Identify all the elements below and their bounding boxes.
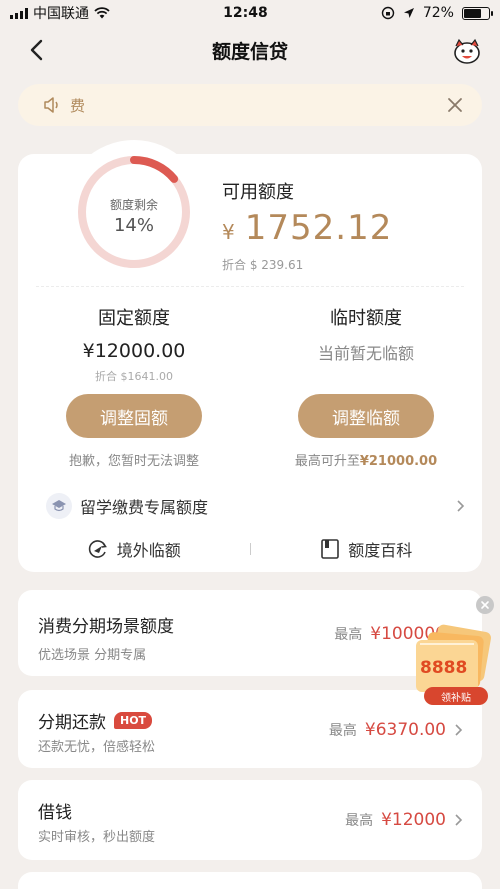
- signal-icon: [10, 7, 28, 19]
- credit-wiki-label: 额度百科: [348, 541, 413, 560]
- credit-ring: 额度剩余 14%: [62, 140, 206, 284]
- list-item-amount-group: 最高 ¥6370.00: [329, 720, 464, 740]
- status-time: 12:48: [223, 5, 268, 21]
- temp-credit-note: 最高可升至¥21000.00: [266, 450, 466, 469]
- list-item-title: 消费分期场景额度: [38, 612, 174, 637]
- list-item-subtitle: 还款无忧，倍感轻松: [38, 740, 156, 755]
- subsidy-floating-badge[interactable]: 8888 领补贴: [412, 614, 496, 708]
- available-amount-value: 1752.12: [244, 208, 393, 248]
- study-abroad-credit-row[interactable]: 留学缴费专属额度: [46, 490, 466, 522]
- chevron-right-icon: [457, 500, 465, 512]
- battery-icon: [461, 6, 493, 20]
- location-icon: [403, 8, 414, 18]
- book-icon: [321, 539, 340, 559]
- chevron-right-icon: [455, 724, 463, 736]
- notice-bar[interactable]: 费: [18, 84, 482, 126]
- fixed-credit-equiv: 折合 $1641.00: [95, 370, 173, 383]
- temp-credit-spacer: [266, 368, 466, 384]
- list-item-amount: ¥6370.00: [364, 720, 446, 740]
- list-item-prefix: 最高: [345, 813, 374, 829]
- wifi-icon: [94, 7, 110, 19]
- list-item-title-text: 借钱: [38, 803, 72, 823]
- list-item-amount: ¥12000: [381, 810, 446, 830]
- refresh-plane-icon: [88, 540, 107, 558]
- fixed-credit-note: 抱歉，您暂时无法调整: [68, 454, 199, 469]
- list-item-title: 分期还款 HOT: [38, 708, 153, 733]
- battery-percent: 72%: [422, 5, 454, 21]
- page-title: 额度信贷: [211, 40, 288, 63]
- list-item-subtitle: 实时审核，秒出额度: [38, 830, 156, 845]
- floating-close-button[interactable]: [476, 596, 494, 614]
- temp-credit-title: 临时额度: [330, 308, 402, 329]
- adjust-temp-button[interactable]: 调整临额: [298, 394, 434, 438]
- hot-badge: HOT: [114, 712, 153, 729]
- list-item-borrow[interactable]: 借钱 实时审核，秒出额度 最高 ¥12000: [18, 780, 482, 860]
- overseas-temp-credit-link[interactable]: 境外临额: [18, 537, 250, 561]
- status-left: 中国联通: [10, 3, 110, 23]
- battery-fill: [463, 8, 482, 18]
- mascot-icon[interactable]: [452, 36, 482, 66]
- quick-links: 境外临额 额度百科: [18, 532, 482, 566]
- back-chevron-icon[interactable]: [26, 38, 50, 62]
- close-icon: [481, 601, 489, 609]
- notice-text: 费: [70, 96, 86, 115]
- temp-note-amount: ¥21000.00: [359, 454, 438, 469]
- temp-note-prefix: 最高可升至: [294, 454, 360, 469]
- list-item-subtitle: 优选场景 分期专属: [38, 648, 147, 663]
- fixed-credit-column: 固定额度 ¥12000.00 折合 $1641.00 调整固额 抱歉，您暂时无法…: [34, 304, 234, 469]
- list-item-amount-group: 最高 ¥12000: [345, 810, 464, 830]
- temp-credit-column: 临时额度 当前暂无临额 调整临额 最高可升至¥21000.00: [266, 304, 466, 469]
- available-amount: ¥ 1752.12: [222, 208, 392, 248]
- carrier-name: 中国联通: [33, 6, 89, 22]
- temp-credit-value: 当前暂无临额: [317, 344, 414, 363]
- status-right: 72%: [381, 5, 493, 21]
- credit-card: 额度剩余 14% 可用额度 ¥ 1752.12 折合 $ 239.61 固定额度…: [18, 140, 482, 572]
- study-abroad-label: 留学缴费专属额度: [80, 498, 209, 517]
- chevron-right-icon: [455, 814, 463, 826]
- list-item-title-text: 消费分期场景额度: [38, 617, 174, 637]
- available-label: 可用额度: [222, 182, 294, 203]
- fixed-credit-title: 固定额度: [98, 308, 170, 329]
- list-item-prefix: 最高: [334, 627, 363, 643]
- rotation-lock-icon: [381, 6, 395, 20]
- credit-wiki-link[interactable]: 额度百科: [251, 537, 483, 561]
- overseas-temp-credit-label: 境外临额: [116, 541, 181, 560]
- close-icon[interactable]: [446, 96, 464, 114]
- list-item-title: 借钱: [38, 798, 72, 823]
- subsidy-number: 8888: [420, 658, 468, 678]
- list-item-partial[interactable]: [18, 872, 482, 889]
- available-equiv: 折合 $ 239.61: [222, 258, 304, 272]
- currency-symbol: ¥: [222, 220, 235, 244]
- list-item-prefix: 最高: [328, 723, 357, 739]
- graduation-cap-icon: [46, 493, 72, 519]
- list-item-title-text: 分期还款: [38, 713, 106, 733]
- divider: [36, 286, 464, 287]
- speaker-icon: [44, 97, 58, 113]
- ring-percent: 14%: [113, 215, 154, 236]
- ring-label: 额度剩余: [109, 198, 158, 212]
- nav-bar: 额度信贷: [0, 26, 500, 74]
- fixed-credit-value: ¥12000.00: [82, 340, 186, 362]
- adjust-fixed-button[interactable]: 调整固额: [66, 394, 202, 438]
- status-bar: 中国联通 12:48 72%: [0, 0, 500, 26]
- subsidy-label: 领补贴: [424, 687, 488, 705]
